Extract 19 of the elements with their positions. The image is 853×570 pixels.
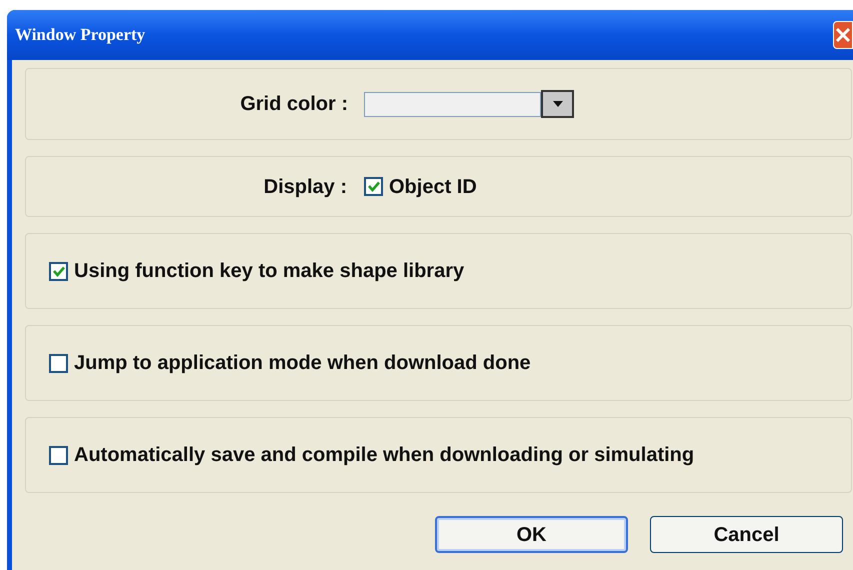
checkbox[interactable] — [49, 354, 68, 372]
checkbox-label: Using function key to make shape library — [74, 259, 464, 284]
caret-icon — [552, 101, 562, 107]
display-label: Display : — [262, 174, 348, 200]
checkbox-label: Object ID — [389, 174, 477, 200]
dialog-button[interactable]: OK — [435, 516, 628, 553]
checkbox-label: Automatically save and compile when downloading or simulating — [74, 443, 694, 468]
window-title: Window Property — [15, 24, 146, 46]
checkbox[interactable] — [49, 262, 68, 280]
close-icon — [835, 27, 851, 43]
checkbox[interactable] — [364, 177, 383, 196]
grid-color-dropdown[interactable] — [364, 90, 574, 118]
close-button[interactable] — [833, 21, 853, 49]
grid-color-label: Grid color : — [239, 92, 349, 117]
checkbox-label: Jump to application mode when download done — [74, 351, 531, 376]
dialog-button[interactable]: Cancel — [650, 516, 843, 553]
check-icon — [52, 266, 64, 276]
check-icon — [368, 181, 380, 192]
checkbox[interactable] — [49, 446, 68, 464]
